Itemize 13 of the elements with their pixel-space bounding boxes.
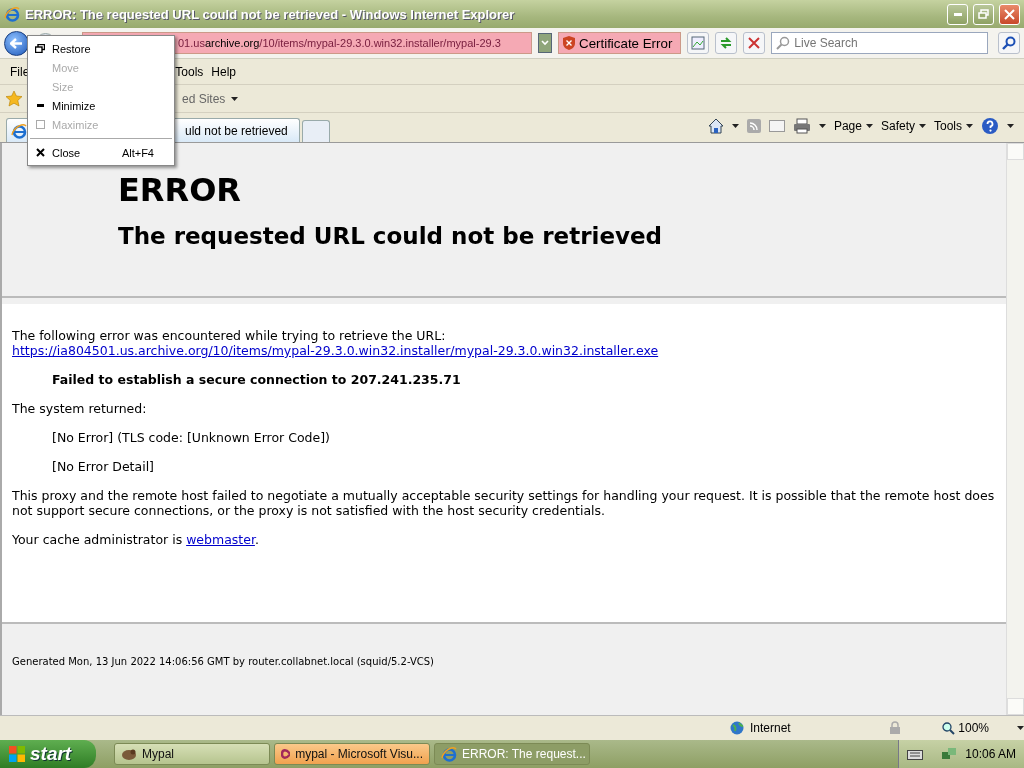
error-heading: ERROR: [118, 171, 242, 209]
error-detail: [No Error] (TLS code: [Unknown Error Code]): [52, 430, 331, 445]
admin-text: Your cache administrator is webmaster.: [12, 532, 260, 547]
failure-message: Failed to establish a secure connection to 207.241.235.71: [52, 372, 462, 387]
footer-text: Generated Mon, 13 Jun 2022 14:06:56 GMT by router.collabnet.local (squid/5.2-VCS): [11, 655, 435, 669]
explanation-text: This proxy and the remote host failed to negotiate a mutually acceptable security settings for handling your request. It is possible that the remote host does not support secure connections, or the proxy is not satisfied with the host security credentials.: [12, 488, 996, 518]
system-returned-label: The system returned:: [12, 401, 148, 416]
error-intro: The following error was encountered while trying to retrieve the URL: https://ia804501.us.archive.org/10/items/mypal-29.3.0.win32.installer/mypal-29.3.0.win32.installer.exe: [12, 328, 660, 358]
error-subheading: The requested URL could not be retrieved: [118, 223, 664, 249]
error-detail: [No Error Detail]: [52, 459, 155, 474]
security-zone: Internet: [730, 721, 889, 735]
window-title: ERROR: The requested URL could not be retrieved - Windows Internet Explorer: [25, 6, 516, 22]
clock: 10:06 AM: [965, 747, 1016, 761]
